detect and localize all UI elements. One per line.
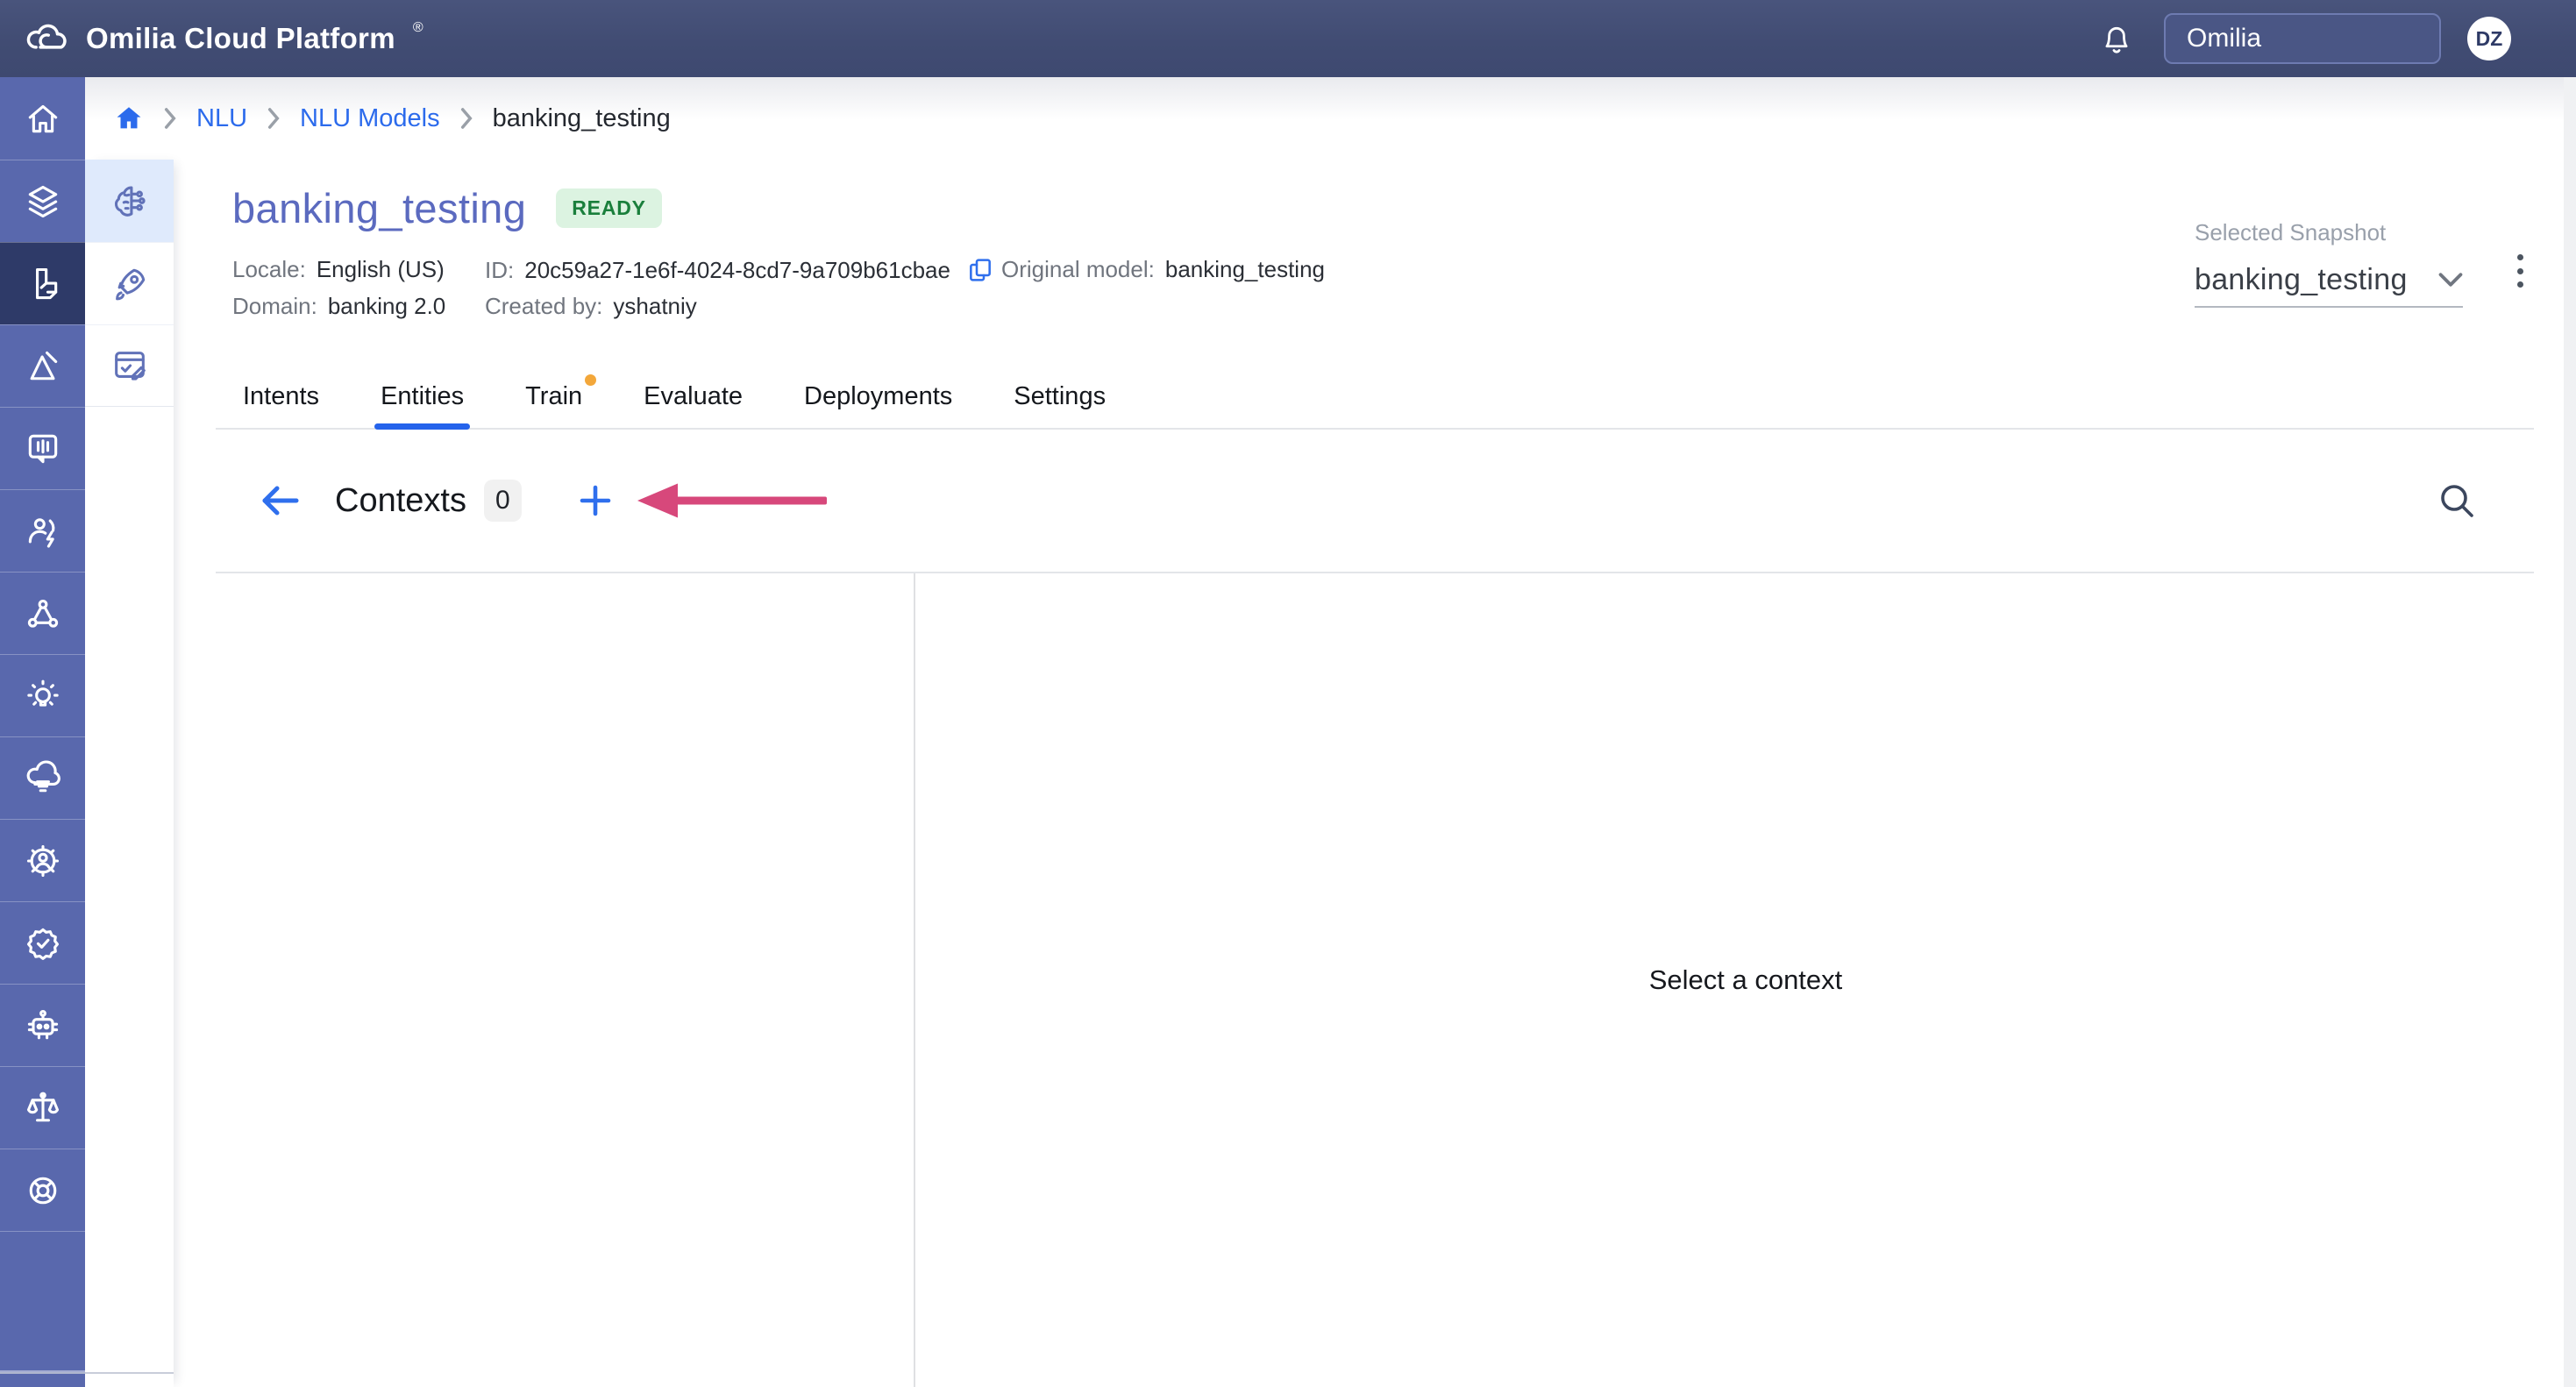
contexts-panels: Select a context	[174, 573, 2576, 1387]
tab-evaluate[interactable]: Evaluate	[644, 366, 743, 428]
locale-label: Locale:	[232, 256, 306, 283]
sidebar-item-agent-automation[interactable]	[0, 489, 85, 572]
scales-icon	[24, 1089, 62, 1127]
org-name: Omilia	[2187, 24, 2261, 53]
agent-lightning-icon	[24, 512, 62, 551]
notifications-button[interactable]	[2094, 16, 2139, 61]
copy-icon[interactable]	[966, 256, 994, 284]
set-square-icon	[24, 347, 62, 386]
topbar: Omilia Cloud Platform ® Omilia DZ	[0, 0, 2576, 77]
sidebar-item-voice-widget[interactable]	[0, 407, 85, 489]
sidebar-item-user-gear[interactable]	[0, 819, 85, 901]
layers-icon	[24, 182, 62, 221]
brand-title: Omilia Cloud Platform	[86, 14, 395, 63]
created-by-value: yshatniy	[613, 293, 696, 320]
network-triangle-icon	[24, 594, 62, 633]
breadcrumb: NLU NLU Models banking_testing	[85, 77, 2576, 160]
train-notification-dot	[585, 374, 596, 386]
lightbulb-icon	[24, 677, 62, 715]
tab-intents[interactable]: Intents	[243, 366, 319, 428]
contexts-count-badge: 0	[484, 480, 522, 522]
locale-value: English (US)	[317, 256, 445, 283]
blocks-icon	[24, 265, 62, 303]
sidebar-item-forms-check[interactable]	[85, 324, 174, 407]
sidebar-item-lightbulb[interactable]	[0, 654, 85, 736]
chevron-right-icon	[458, 107, 475, 130]
empty-state-text: Select a context	[1649, 964, 1843, 996]
tab-deployments[interactable]: Deployments	[804, 366, 952, 428]
brand-registered-mark: ®	[413, 21, 423, 35]
page-title: banking_testing	[232, 184, 526, 232]
sidebar-item-network[interactable]	[0, 572, 85, 654]
page-scrollbar[interactable]	[2564, 77, 2576, 1387]
chevron-right-icon	[265, 107, 282, 130]
sidebar-spacer	[0, 1231, 85, 1370]
home-icon	[24, 99, 62, 138]
model-meta-row-1: Locale: English (US) ID: 20c59a27-1e6f-4…	[174, 256, 2190, 288]
user-avatar[interactable]: DZ	[2467, 17, 2511, 60]
bell-icon	[2098, 20, 2135, 57]
ai-chip-icon	[24, 1006, 62, 1045]
search-button[interactable]	[2436, 480, 2478, 522]
sidebar-item-ai-chip[interactable]	[0, 984, 85, 1066]
forms-check-pencil-icon	[110, 345, 150, 386]
sidebar-item-nlu[interactable]	[85, 160, 174, 242]
sidebar-secondary	[85, 160, 174, 1387]
back-button[interactable]	[260, 484, 300, 517]
contexts-title: Contexts	[335, 482, 466, 520]
snapshot-value: banking_testing	[2195, 263, 2408, 297]
breadcrumb-link-nlu-models[interactable]: NLU Models	[300, 104, 440, 133]
cloud-lines-icon	[24, 759, 62, 798]
contexts-toolbar: Contexts 0	[216, 430, 2534, 573]
sidebar-item-life-ring[interactable]	[0, 1149, 85, 1231]
omilia-logo-icon	[23, 14, 68, 60]
breadcrumb-link-nlu[interactable]: NLU	[196, 104, 247, 133]
selected-snapshot: Selected Snapshot banking_testing	[2195, 219, 2463, 308]
annotation-arrow	[636, 481, 829, 520]
chevron-down-icon	[2438, 272, 2463, 288]
sidebar-item-set-square[interactable]	[0, 324, 85, 407]
add-context-button[interactable]	[576, 481, 615, 520]
snapshot-select[interactable]: banking_testing	[2195, 259, 2463, 308]
context-detail-panel: Select a context	[915, 573, 2576, 1387]
sidebar-item-scales[interactable]	[0, 1066, 85, 1149]
tab-settings[interactable]: Settings	[1014, 366, 1106, 428]
original-model-value: banking_testing	[1165, 256, 1325, 283]
original-model-label: Original model:	[1001, 256, 1155, 283]
user-gear-icon	[24, 842, 62, 880]
sidebar-item-badge-check[interactable]	[0, 901, 85, 984]
contexts-list-panel	[174, 573, 915, 1387]
more-options-kebab-icon[interactable]	[2502, 251, 2537, 291]
tab-entities[interactable]: Entities	[381, 366, 464, 428]
chevron-right-icon	[161, 107, 179, 130]
sidebar-primary	[0, 77, 85, 1387]
breadcrumb-current: banking_testing	[493, 104, 671, 133]
id-value: 20c59a27-1e6f-4024-8cd7-9a709b61cbae	[524, 257, 950, 284]
status-badge: READY	[556, 188, 662, 228]
created-by-label: Created by:	[485, 293, 602, 320]
main-content: banking_testing READY Locale: English (U…	[174, 160, 2576, 1387]
badge-check-icon	[24, 924, 62, 963]
domain-label: Domain:	[232, 293, 317, 320]
breadcrumb-home-icon[interactable]	[114, 103, 144, 133]
model-meta-row-2: Domain: banking 2.0 Created by: yshatniy	[174, 293, 2190, 324]
id-label: ID:	[485, 257, 514, 284]
rocket-icon	[110, 264, 150, 304]
nlu-brain-icon	[110, 181, 150, 221]
tab-train[interactable]: Train	[525, 366, 582, 428]
org-switcher[interactable]: Omilia	[2164, 13, 2441, 64]
voice-widget-icon	[24, 430, 62, 468]
domain-value: banking 2.0	[328, 293, 445, 320]
tab-bar: Intents Entities Train Evaluate Deployme…	[216, 366, 2534, 430]
sidebar-item-blocks[interactable]	[0, 242, 85, 324]
sidebar-item-layers[interactable]	[0, 160, 85, 242]
brand: Omilia Cloud Platform ®	[23, 14, 423, 63]
sidebar-item-rocket[interactable]	[85, 242, 174, 324]
life-ring-icon	[24, 1171, 62, 1210]
sidebar-item-home[interactable]	[0, 77, 85, 160]
snapshot-label: Selected Snapshot	[2195, 219, 2463, 246]
sidebar-item-cloud-speech[interactable]	[0, 736, 85, 819]
sidebar-footer-divider	[0, 1372, 174, 1374]
